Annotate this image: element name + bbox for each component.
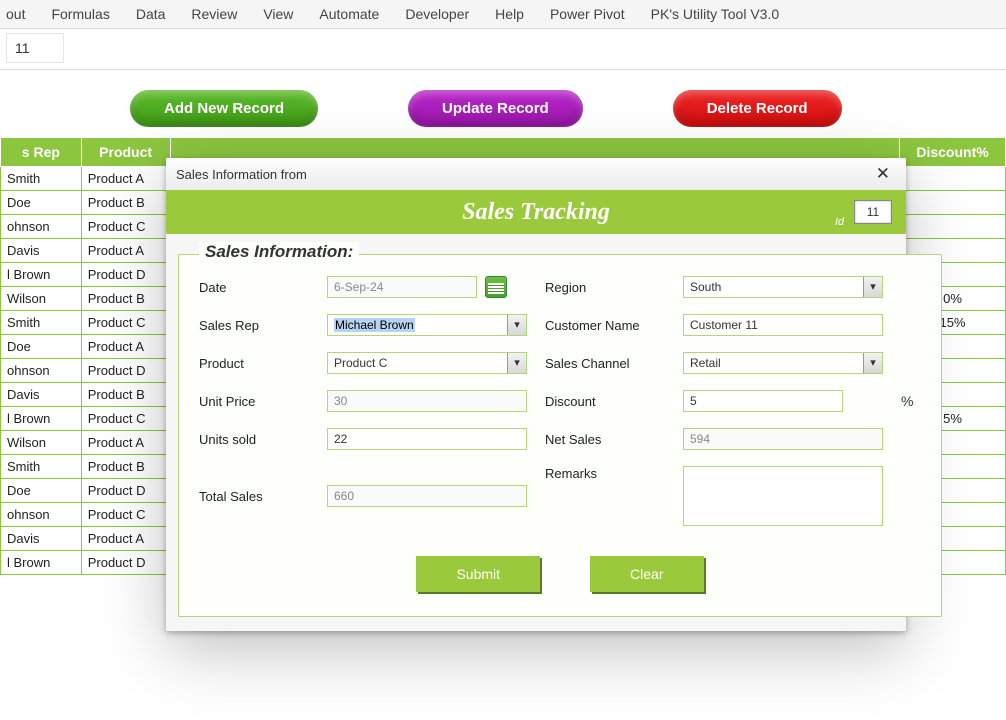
cell-discount[interactable] — [900, 191, 1006, 215]
cell-product[interactable]: Product D — [81, 479, 170, 503]
ribbon-tab[interactable]: Automate — [319, 6, 379, 22]
delete-record-button[interactable]: Delete Record — [673, 90, 842, 127]
id-label: Id — [835, 216, 844, 228]
customer-input[interactable] — [683, 314, 883, 336]
cell-sales-rep[interactable]: Davis — [1, 239, 82, 263]
sales-info-fieldset: Sales Information: Date Region Sales Rep… — [178, 244, 942, 617]
total-sales-input[interactable] — [327, 485, 527, 507]
formula-bar[interactable]: 11 — [6, 33, 64, 63]
col-product[interactable]: Product — [81, 138, 170, 167]
cell-product[interactable]: Product D — [81, 359, 170, 383]
cell-sales-rep[interactable]: l Brown — [1, 551, 82, 575]
cell-product[interactable]: Product A — [81, 527, 170, 551]
cell-discount[interactable] — [900, 167, 1006, 191]
calendar-icon[interactable] — [485, 276, 507, 298]
cell-sales-rep[interactable]: ohnson — [1, 503, 82, 527]
cell-product[interactable]: Product A — [81, 431, 170, 455]
action-buttons: Add New Record Update Record Delete Reco… — [0, 70, 1006, 137]
cell-sales-rep[interactable]: Doe — [1, 479, 82, 503]
cell-sales-rep[interactable]: Doe — [1, 191, 82, 215]
cell-sales-rep[interactable]: l Brown — [1, 407, 82, 431]
date-input[interactable] — [327, 276, 477, 298]
cell-product[interactable]: Product C — [81, 407, 170, 431]
customer-label: Customer Name — [545, 318, 665, 333]
ribbon-tab[interactable]: Formulas — [51, 6, 109, 22]
cell-product[interactable]: Product A — [81, 239, 170, 263]
cell-product[interactable]: Product D — [81, 263, 170, 287]
dialog-heading: Sales Tracking — [462, 199, 610, 226]
ribbon-tab[interactable]: Data — [136, 6, 166, 22]
close-icon[interactable]: ✕ — [870, 164, 896, 184]
ribbon-tab[interactable]: out — [6, 6, 25, 22]
remarks-input[interactable] — [683, 466, 883, 526]
submit-button[interactable]: Submit — [416, 556, 540, 592]
ribbon-tab[interactable]: View — [263, 6, 293, 22]
col-sales-rep[interactable]: s Rep — [1, 138, 82, 167]
remarks-label: Remarks — [545, 466, 665, 481]
units-sold-label: Units sold — [199, 432, 309, 447]
cell-product[interactable]: Product D — [81, 551, 170, 575]
cell-product[interactable]: Product B — [81, 383, 170, 407]
unit-price-input[interactable] — [327, 390, 527, 412]
update-record-button[interactable]: Update Record — [408, 90, 583, 127]
cell-product[interactable]: Product B — [81, 191, 170, 215]
cell-sales-rep[interactable]: Smith — [1, 455, 82, 479]
cell-sales-rep[interactable]: ohnson — [1, 215, 82, 239]
ribbon-tab[interactable]: Review — [191, 6, 237, 22]
cell-sales-rep[interactable]: Wilson — [1, 287, 82, 311]
ribbon-tab[interactable]: PK's Utility Tool V3.0 — [651, 6, 779, 22]
sales-form-dialog: Sales Information from ✕ Sales Tracking … — [166, 158, 906, 631]
cell-sales-rep[interactable]: Doe — [1, 335, 82, 359]
percent-symbol: % — [901, 393, 921, 409]
date-label: Date — [199, 280, 309, 295]
dialog-title: Sales Information from — [176, 167, 307, 182]
discount-input[interactable] — [683, 390, 843, 412]
col-discount[interactable]: Discount% — [900, 138, 1006, 167]
sales-channel-select[interactable] — [683, 352, 883, 374]
region-label: Region — [545, 280, 665, 295]
sales-rep-label: Sales Rep — [199, 318, 309, 333]
cell-sales-rep[interactable]: ohnson — [1, 359, 82, 383]
cell-product[interactable]: Product A — [81, 335, 170, 359]
total-sales-label: Total Sales — [199, 489, 309, 504]
cell-discount[interactable] — [900, 215, 1006, 239]
cell-sales-rep[interactable]: Davis — [1, 383, 82, 407]
ribbon-tabs: out Formulas Data Review View Automate D… — [0, 0, 1006, 29]
cell-product[interactable]: Product B — [81, 287, 170, 311]
cell-sales-rep[interactable]: Davis — [1, 527, 82, 551]
id-field[interactable]: 11 — [854, 200, 892, 224]
discount-label: Discount — [545, 394, 665, 409]
product-select[interactable] — [327, 352, 527, 374]
product-label: Product — [199, 356, 309, 371]
ribbon-tab[interactable]: Help — [495, 6, 524, 22]
clear-button[interactable]: Clear — [590, 556, 703, 592]
cell-product[interactable]: Product C — [81, 503, 170, 527]
region-select[interactable] — [683, 276, 883, 298]
cell-sales-rep[interactable]: Wilson — [1, 431, 82, 455]
units-sold-input[interactable] — [327, 428, 527, 450]
cell-sales-rep[interactable]: Smith — [1, 167, 82, 191]
add-record-button[interactable]: Add New Record — [130, 90, 318, 127]
sales-channel-label: Sales Channel — [545, 356, 665, 371]
dialog-titlebar: Sales Information from ✕ — [166, 158, 906, 190]
cell-product[interactable]: Product C — [81, 215, 170, 239]
net-sales-label: Net Sales — [545, 432, 665, 447]
cell-product[interactable]: Product A — [81, 167, 170, 191]
cell-sales-rep[interactable]: Smith — [1, 311, 82, 335]
unit-price-label: Unit Price — [199, 394, 309, 409]
formula-bar-wrap: 11 — [0, 29, 1006, 70]
cell-product[interactable]: Product B — [81, 455, 170, 479]
cell-sales-rep[interactable]: l Brown — [1, 263, 82, 287]
cell-product[interactable]: Product C — [81, 311, 170, 335]
net-sales-input[interactable] — [683, 428, 883, 450]
dialog-heading-band: Sales Tracking Id 11 — [166, 190, 906, 234]
ribbon-tab[interactable]: Power Pivot — [550, 6, 625, 22]
fieldset-legend: Sales Information: — [199, 242, 359, 262]
ribbon-tab[interactable]: Developer — [405, 6, 469, 22]
